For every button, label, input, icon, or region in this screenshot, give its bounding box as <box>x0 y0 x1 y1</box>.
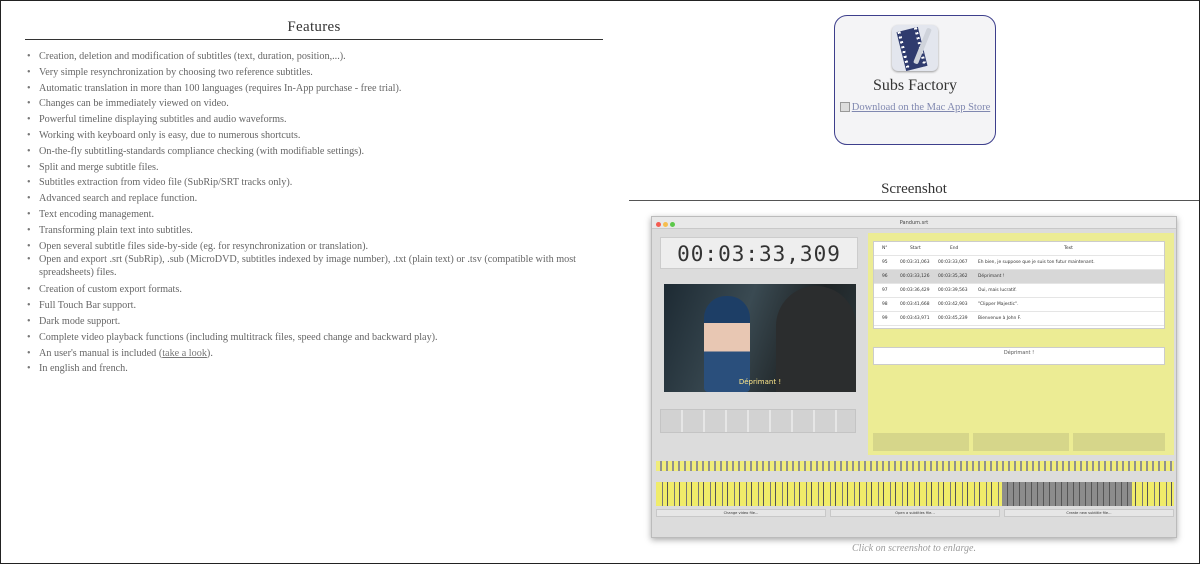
row-end: 00:03:42,903 <box>938 302 968 307</box>
row-start: 00:03:33,126 <box>900 274 930 279</box>
video-figure <box>776 286 856 392</box>
feature-item: Split and merge subtitle files. <box>25 160 603 176</box>
table-row[interactable]: 98 00:03:41,668 00:03:42,903 "Clipper Ma… <box>874 298 1164 312</box>
app-name: Subs Factory <box>873 77 957 94</box>
table-row[interactable]: 99 00:03:43,971 00:03:45,239 Bienvenue à… <box>874 312 1164 326</box>
row-end: 00:03:45,239 <box>938 316 968 321</box>
manual-prefix: An user's manual is included ( <box>39 347 163 359</box>
feature-item: Very simple resynchronization by choosin… <box>25 65 603 81</box>
feature-item: Automatic translation in more than 100 l… <box>25 81 603 97</box>
playback-controls[interactable] <box>660 409 856 433</box>
feature-item: Open and export .srt (SubRip), .sub (Mic… <box>25 254 603 279</box>
feature-item: Changes can be immediately viewed on vid… <box>25 96 603 112</box>
row-start: 00:03:43,971 <box>900 316 930 321</box>
subtitle-table[interactable]: N° Start End Text 95 00:03:31,063 00:03:… <box>873 241 1165 329</box>
manual-link[interactable]: take a look <box>162 348 207 359</box>
col-text: Text <box>1064 246 1073 251</box>
row-start: 00:03:31,063 <box>900 260 930 265</box>
table-header: N° Start End Text <box>874 242 1164 256</box>
subtitle-text-editor[interactable]: Déprimant ! <box>873 347 1165 365</box>
row-text: Oui, mais lucratif. <box>978 288 1017 293</box>
manual-suffix: ). <box>206 347 213 359</box>
feature-item: Open several subtitle files side-by-side… <box>25 239 603 255</box>
features-title: Features <box>25 19 603 40</box>
row-number: 97 <box>882 288 888 293</box>
table-row[interactable]: 95 00:03:31,063 00:03:33,067 Eh bien, je… <box>874 256 1164 270</box>
audio-waveform-selection <box>1002 482 1132 506</box>
feature-item: On-the-fly subtitling-standards complian… <box>25 144 603 160</box>
bottom-buttons: Change video file... Open a subtitles fi… <box>656 509 1174 517</box>
download-mac-app-store-link[interactable]: Download on the Mac App Store <box>835 102 995 114</box>
features-section: Features Creation, deletion and modifica… <box>25 19 603 377</box>
row-number: 99 <box>882 316 888 321</box>
video-subtitle-overlay: Déprimant ! <box>738 378 782 386</box>
feature-item: Subtitles extraction from video file (Su… <box>25 175 603 191</box>
feature-item-manual: An user's manual is included (take a loo… <box>25 346 603 362</box>
broken-image-icon <box>839 102 850 112</box>
screenshot-title: Screenshot <box>629 181 1199 201</box>
screenshot-caption: Click on screenshot to enlarge. <box>852 543 976 554</box>
window-controls <box>656 220 677 232</box>
row-text: Déprimant ! <box>978 274 1005 279</box>
col-end: End <box>950 246 959 251</box>
subtitle-editor-pane: N° Start End Text 95 00:03:31,063 00:03:… <box>868 233 1174 455</box>
video-preview: Déprimant ! <box>664 284 856 392</box>
row-start: 00:03:41,668 <box>900 302 930 307</box>
feature-item: Transforming plain text into subtitles. <box>25 223 603 239</box>
table-row[interactable]: 97 00:03:36,429 00:03:39,563 Oui, mais l… <box>874 284 1164 298</box>
row-end: 00:03:39,563 <box>938 288 968 293</box>
feature-item: Full Touch Bar support. <box>25 298 603 314</box>
editor-buttons[interactable] <box>873 433 1165 451</box>
change-video-button[interactable]: Change video file... <box>656 509 826 517</box>
feature-item: Creation of custom export formats. <box>25 282 603 298</box>
download-link-text: Download on the Mac App Store <box>851 102 991 113</box>
col-start: Start <box>910 246 921 251</box>
open-subtitles-button[interactable]: Open a subtitles file... <box>830 509 1000 517</box>
row-number: 95 <box>882 260 888 265</box>
create-subtitle-button[interactable]: Create new subtitle file... <box>1004 509 1174 517</box>
row-end: 00:03:33,067 <box>938 260 968 265</box>
subs-factory-app-icon[interactable] <box>892 25 938 71</box>
timeline-track[interactable] <box>656 461 1174 471</box>
app-screenshot[interactable]: Pandum.srt 00:03:33,309 Déprimant ! N° S… <box>651 216 1177 538</box>
row-number: 98 <box>882 302 888 307</box>
feature-item: Text encoding management. <box>25 207 603 223</box>
row-text: Eh bien, je suppose que je suis ton futu… <box>978 260 1095 265</box>
feature-item: Complete video playback functions (inclu… <box>25 330 603 346</box>
feature-item: Creation, deletion and modification of s… <box>25 49 603 65</box>
feature-item: Powerful timeline displaying subtitles a… <box>25 112 603 128</box>
col-number: N° <box>882 246 888 251</box>
feature-item: Dark mode support. <box>25 314 603 330</box>
feature-item: In english and french. <box>25 361 603 377</box>
timing-fields[interactable] <box>873 375 1165 395</box>
timecode-display: 00:03:33,309 <box>660 237 858 269</box>
feature-item: Working with keyboard only is easy, due … <box>25 128 603 144</box>
window-titlebar: Pandum.srt <box>652 217 1176 229</box>
row-text: "Clipper Majestic". <box>978 302 1019 307</box>
row-end: 00:03:35,362 <box>938 274 968 279</box>
row-number: 96 <box>882 274 888 279</box>
features-list: Creation, deletion and modification of s… <box>25 49 603 377</box>
row-start: 00:03:36,429 <box>900 288 930 293</box>
row-text: Bienvenue à John F. <box>978 316 1021 321</box>
table-row[interactable]: 96 00:03:33,126 00:03:35,362 Déprimant ! <box>874 270 1164 284</box>
window-title: Pandum.srt <box>899 220 929 226</box>
app-store-card[interactable]: Subs Factory Download on the Mac App Sto… <box>834 15 996 145</box>
feature-item: Advanced search and replace function. <box>25 191 603 207</box>
